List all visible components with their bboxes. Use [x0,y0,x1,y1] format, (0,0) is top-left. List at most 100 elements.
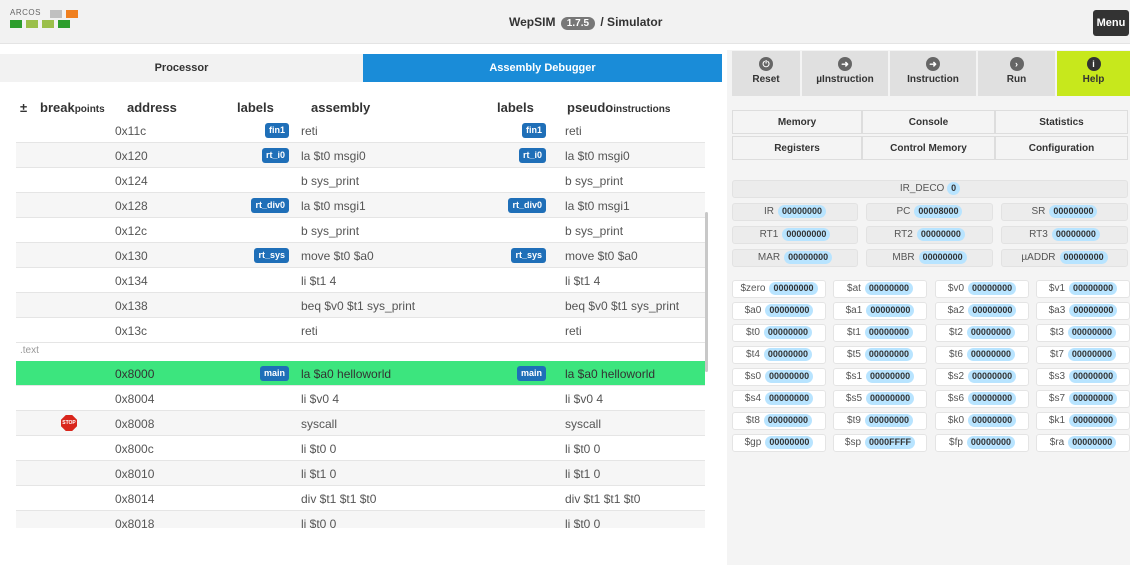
register-value: 0000FFFF [865,436,916,449]
instruction-button[interactable]: ➜ Instruction [890,51,976,96]
gp-register[interactable]: $a1 00000000 [833,302,927,320]
tab-processor[interactable]: Processor [0,54,363,82]
pseudo-cell: la $a0 helloworld [565,367,656,381]
table-row[interactable]: STOP 0x8008 syscall syscall [16,411,705,436]
gp-register[interactable]: $s0 00000000 [732,368,826,386]
assembly-cell: reti [301,324,318,338]
gp-register[interactable]: $t5 00000000 [833,346,927,364]
toggle-all-header[interactable]: ± [20,100,27,116]
table-row[interactable]: 0x130 rt_sys move $t0 $a0 rt_sys move $t0 $a… [16,243,705,268]
help-label: Help [1082,74,1105,85]
register-value: 00000000 [866,304,915,317]
gp-register[interactable]: $fp 00000000 [935,434,1029,452]
gp-register[interactable]: $t6 00000000 [935,346,1029,364]
gp-register[interactable]: $s6 00000000 [935,390,1029,408]
assembly-cell: div $t1 $t1 $t0 [301,492,377,506]
special-register[interactable]: PC 00008000 [866,203,993,221]
table-row[interactable]: 0x8010 li $t1 0 li $t1 0 [16,461,705,486]
run-button[interactable]: › Run [978,51,1055,96]
tab-statistics[interactable]: Statistics [995,110,1128,134]
table-row[interactable]: 0x8014 div $t1 $t1 $t0 div $t1 $t1 $t0 [16,486,705,511]
gp-register[interactable]: $a0 00000000 [732,302,826,320]
gp-register[interactable]: $at 00000000 [833,280,927,298]
tab-registers[interactable]: Registers [732,136,862,160]
gp-register[interactable]: $t4 00000000 [732,346,826,364]
register-value: 00000000 [1059,251,1108,264]
tab-assembly-debugger[interactable]: Assembly Debugger [363,54,722,82]
gp-register[interactable]: $t2 00000000 [935,324,1029,342]
special-register[interactable]: RT3 00000000 [1001,226,1128,244]
register-name: RT3 [1029,229,1048,240]
pseudo-cell: la $t0 msgi0 [565,149,630,163]
microinstruction-button[interactable]: ➜ µInstruction [802,51,888,96]
gp-register[interactable]: $a3 00000000 [1036,302,1130,320]
gp-register[interactable]: $s2 00000000 [935,368,1029,386]
table-row[interactable]: 0x128 rt_div0 la $t0 msgi1 rt_div0 la $t0 ms… [16,193,705,218]
register-name: SR [1031,206,1046,217]
table-row[interactable]: 0x8018 li $t0 0 li $t0 0 [16,511,705,528]
gp-register[interactable]: $sp 0000FFFF [833,434,927,452]
ir-deco-register[interactable]: IR_DECO 0 [732,180,1128,198]
special-register[interactable]: IR 00000000 [732,203,858,221]
gp-register[interactable]: $gp 00000000 [732,434,826,452]
tab-configuration[interactable]: Configuration [995,136,1128,160]
pseudo-cell: li $t1 0 [565,467,601,481]
special-register[interactable]: MBR 00000000 [866,249,993,267]
gp-register[interactable]: $zero 00000000 [732,280,826,298]
gp-register[interactable]: $k1 00000000 [1036,412,1130,430]
gp-register[interactable]: $t9 00000000 [833,412,927,430]
table-row[interactable]: 0x12c b sys_print b sys_print [16,218,705,243]
register-value: 00000000 [864,326,913,339]
breakpoint-stop-icon[interactable]: STOP [61,415,77,431]
special-register[interactable]: µADDR 00000000 [1001,249,1128,267]
register-name: $t3 [1050,327,1064,338]
register-name: $t5 [847,349,861,360]
gp-register[interactable]: $v0 00000000 [935,280,1029,298]
gp-register[interactable]: $s3 00000000 [1036,368,1130,386]
section-label: .text [20,345,39,356]
gp-register[interactable]: $a2 00000000 [935,302,1029,320]
breakpoints-header: breakpoints [40,100,105,116]
gp-register[interactable]: $s5 00000000 [833,390,927,408]
table-row[interactable]: 0x124 b sys_print b sys_print [16,168,705,193]
table-row[interactable]: 0x800c li $t0 0 li $t0 0 [16,436,705,461]
tab-control-memory[interactable]: Control Memory [862,136,995,160]
gp-register[interactable]: $v1 00000000 [1036,280,1130,298]
register-value: 00000000 [1068,436,1117,449]
table-row[interactable]: 0x8004 li $v0 4 li $v0 4 [16,386,705,411]
gp-register[interactable]: $t8 00000000 [732,412,826,430]
pseudo-cell: li $v0 4 [565,392,604,406]
gp-register[interactable]: $t3 00000000 [1036,324,1130,342]
table-row[interactable]: 0x13c reti reti [16,318,705,343]
table-row[interactable]: 0x138 beq $v0 $t1 sys_print beq $v0 $t1 sy… [16,293,705,318]
gp-register[interactable]: $s7 00000000 [1036,390,1130,408]
table-row[interactable]: 0x134 li $t1 4 li $t1 4 [16,268,705,293]
register-name: $t8 [746,415,760,426]
table-scrollbar[interactable] [705,212,708,372]
gp-register[interactable]: $s4 00000000 [732,390,826,408]
help-button[interactable]: i Help [1057,51,1130,96]
assembly-header: assembly [311,100,371,115]
gp-register[interactable]: $t7 00000000 [1036,346,1130,364]
special-register[interactable]: SR 00000000 [1001,203,1128,221]
gp-register[interactable]: $t0 00000000 [732,324,826,342]
tab-console[interactable]: Console [862,110,995,134]
special-register[interactable]: RT2 00000000 [866,226,993,244]
gp-register[interactable]: $s1 00000000 [833,368,927,386]
table-row[interactable]: 0x120 rt_i0 la $t0 msgi0 rt_i0 la $t0 msgi0 [16,143,705,168]
special-register[interactable]: RT1 00000000 [732,226,858,244]
tab-memory[interactable]: Memory [732,110,862,134]
assembly-cell: reti [301,124,318,138]
gp-register[interactable]: $ra 00000000 [1036,434,1130,452]
gp-register[interactable]: $k0 00000000 [935,412,1029,430]
assembly-cell: la $t0 msgi1 [301,199,366,213]
menu-button[interactable]: Menu [1093,10,1129,36]
pseudo-cell: div $t1 $t1 $t0 [565,492,641,506]
address-cell: 0x8014 [115,492,155,506]
table-row[interactable]: 0x8000 main la $a0 helloworld main la $a0 he… [16,361,705,386]
special-register[interactable]: MAR 00000000 [732,249,858,267]
gp-register[interactable]: $t1 00000000 [833,324,927,342]
register-value: 00000000 [1069,304,1118,317]
table-row[interactable]: 0x11c fin1 reti fin1 reti [16,118,705,143]
reset-button[interactable]: ⏻ Reset [732,51,800,96]
